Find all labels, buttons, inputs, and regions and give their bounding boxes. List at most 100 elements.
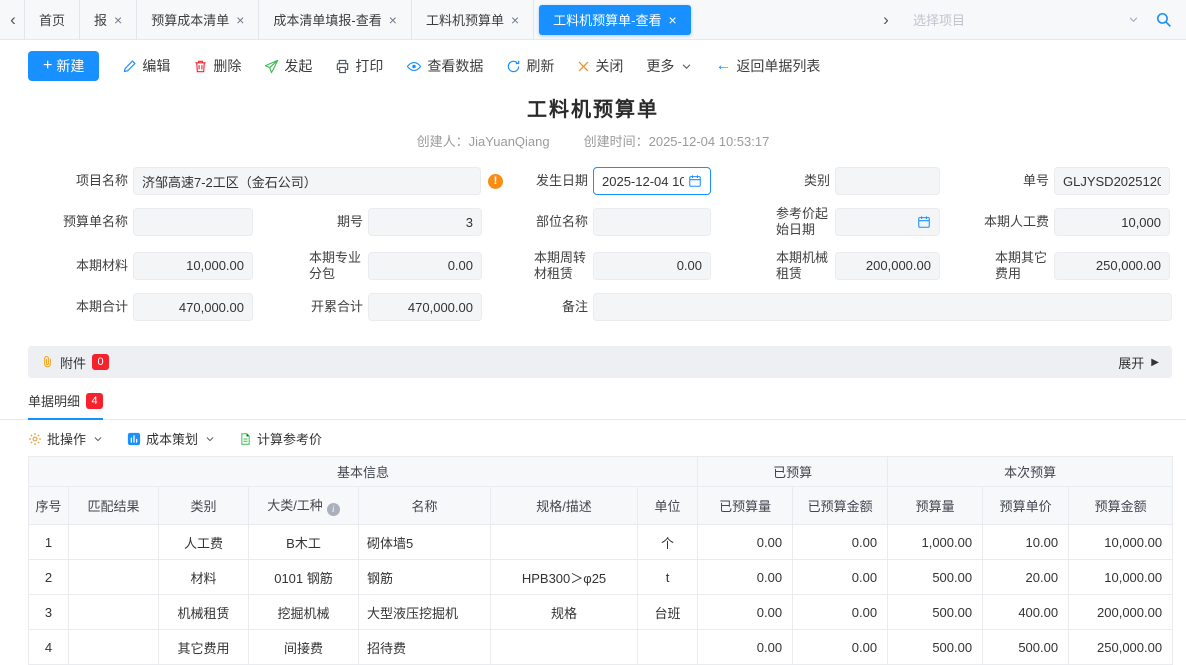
- project-select[interactable]: 选择项目: [907, 5, 1145, 35]
- project-name-input[interactable]: 济邹高速7-2工区（金石公司）: [133, 167, 481, 195]
- current-total-input[interactable]: 470,000.00: [133, 293, 253, 321]
- edit-button[interactable]: 编辑: [122, 56, 170, 76]
- cell-seq[interactable]: 3: [29, 595, 69, 630]
- cumulative-total-input[interactable]: 470,000.00: [368, 293, 482, 321]
- part-name-input[interactable]: [593, 208, 711, 236]
- expand-label[interactable]: 展开: [1118, 353, 1144, 372]
- calc-reference-price-button[interactable]: 计算参考价: [239, 429, 322, 448]
- occur-date-input[interactable]: 2025-12-04 10:: [593, 167, 711, 195]
- cell-qty[interactable]: 1,000.00: [888, 525, 983, 560]
- cell-seq[interactable]: 2: [29, 560, 69, 595]
- cell-qty[interactable]: 500.00: [888, 630, 983, 665]
- machine-rent-input[interactable]: 200,000.00: [835, 252, 940, 280]
- view-data-button[interactable]: 查看数据: [406, 56, 483, 76]
- table-row[interactable]: 2 材料 0101 钢筋 钢筋 HPB300＞φ25 t 0.00 0.00 5…: [29, 560, 1173, 595]
- labor-cost-input[interactable]: 10,000: [1054, 208, 1170, 236]
- cell-name[interactable]: 招待费: [359, 630, 491, 665]
- table-row[interactable]: 3 机械租赁 挖掘机械 大型液压挖掘机 规格 台班 0.00 0.00 500.…: [29, 595, 1173, 630]
- cell-category[interactable]: 机械租赁: [159, 595, 249, 630]
- cell-amount[interactable]: 10,000.00: [1069, 525, 1173, 560]
- calendar-icon[interactable]: [917, 215, 931, 229]
- cell-seq[interactable]: 4: [29, 630, 69, 665]
- calendar-icon[interactable]: [688, 174, 702, 188]
- ref-price-date-input[interactable]: [835, 208, 940, 236]
- cell-major[interactable]: 挖掘机械: [249, 595, 359, 630]
- cell-category[interactable]: 人工费: [159, 525, 249, 560]
- send-button[interactable]: 发起: [264, 56, 312, 76]
- cell-budgeted-amt[interactable]: 0.00: [793, 595, 888, 630]
- cell-budgeted-amt[interactable]: 0.00: [793, 630, 888, 665]
- warning-icon[interactable]: !: [488, 174, 503, 189]
- delete-button[interactable]: 删除: [193, 56, 241, 76]
- cell-budgeted-amt[interactable]: 0.00: [793, 560, 888, 595]
- category-input[interactable]: [835, 167, 940, 195]
- refresh-button[interactable]: 刷新: [506, 56, 554, 76]
- close-button[interactable]: 关闭: [577, 56, 623, 76]
- expand-arrow-icon[interactable]: ▶: [1151, 357, 1159, 368]
- tab-report[interactable]: 报 ×: [80, 0, 137, 39]
- back-to-list-button[interactable]: ← 返回单据列表: [715, 56, 820, 76]
- cell-seq[interactable]: 1: [29, 525, 69, 560]
- tab-home[interactable]: 首页: [24, 0, 80, 39]
- table-row[interactable]: 4 其它费用 间接费 招待费 0.00 0.00 500.00 500.00 2…: [29, 630, 1173, 665]
- cell-match[interactable]: [69, 630, 159, 665]
- tab-close-icon[interactable]: ×: [511, 13, 519, 27]
- remark-input[interactable]: [593, 293, 1172, 321]
- tab-cost-list-fill-view[interactable]: 成本清单填报-查看 ×: [259, 0, 412, 39]
- cell-spec[interactable]: [491, 630, 638, 665]
- tab-close-icon[interactable]: ×: [669, 13, 677, 27]
- cell-price[interactable]: 400.00: [983, 595, 1069, 630]
- cell-budgeted-qty[interactable]: 0.00: [698, 525, 793, 560]
- cell-budgeted-qty[interactable]: 0.00: [698, 630, 793, 665]
- cell-budgeted-qty[interactable]: 0.00: [698, 560, 793, 595]
- cell-amount[interactable]: 250,000.00: [1069, 630, 1173, 665]
- cell-amount[interactable]: 200,000.00: [1069, 595, 1173, 630]
- other-cost-input[interactable]: 250,000.00: [1054, 252, 1170, 280]
- tab-close-icon[interactable]: ×: [389, 13, 397, 27]
- attachment-bar[interactable]: 附件 0 展开 ▶: [28, 346, 1172, 378]
- cost-planning-button[interactable]: 成本策划: [127, 429, 215, 448]
- cell-match[interactable]: [69, 525, 159, 560]
- info-icon[interactable]: i: [327, 503, 340, 516]
- cell-name[interactable]: 砌体墙5: [359, 525, 491, 560]
- cell-budgeted-amt[interactable]: 0.00: [793, 525, 888, 560]
- cell-major[interactable]: B木工: [249, 525, 359, 560]
- cell-major[interactable]: 0101 钢筋: [249, 560, 359, 595]
- cell-unit[interactable]: t: [638, 560, 698, 595]
- cell-category[interactable]: 材料: [159, 560, 249, 595]
- cell-name[interactable]: 钢筋: [359, 560, 491, 595]
- cell-match[interactable]: [69, 560, 159, 595]
- tab-document-detail[interactable]: 单据明细 4: [28, 391, 103, 410]
- cell-major[interactable]: 间接费: [249, 630, 359, 665]
- new-button[interactable]: + 新建: [28, 51, 99, 81]
- material-input[interactable]: 10,000.00: [133, 252, 253, 280]
- cell-qty[interactable]: 500.00: [888, 560, 983, 595]
- cell-price[interactable]: 10.00: [983, 525, 1069, 560]
- cell-qty[interactable]: 500.00: [888, 595, 983, 630]
- doc-no-input[interactable]: GLJYSD202512040: [1054, 167, 1170, 195]
- tab-budget-cost-list[interactable]: 预算成本清单 ×: [137, 0, 259, 39]
- cell-spec[interactable]: HPB300＞φ25: [491, 560, 638, 595]
- cell-spec[interactable]: [491, 525, 638, 560]
- more-button[interactable]: 更多: [646, 56, 692, 76]
- budget-name-input[interactable]: [133, 208, 253, 236]
- subcontract-input[interactable]: 0.00: [368, 252, 482, 280]
- tab-close-icon[interactable]: ×: [236, 13, 244, 27]
- tab-gljysd-view[interactable]: 工料机预算单-查看 ×: [539, 5, 691, 35]
- table-row[interactable]: 1 人工费 B木工 砌体墙5 个 0.00 0.00 1,000.00 10.0…: [29, 525, 1173, 560]
- cell-unit[interactable]: 个: [638, 525, 698, 560]
- period-no-input[interactable]: 3: [368, 208, 482, 236]
- cell-unit[interactable]: 台班: [638, 595, 698, 630]
- search-icon[interactable]: [1155, 11, 1172, 28]
- turnover-rent-input[interactable]: 0.00: [593, 252, 711, 280]
- tabs-scroll-left-icon[interactable]: ‹: [2, 10, 24, 30]
- cell-budgeted-qty[interactable]: 0.00: [698, 595, 793, 630]
- cell-match[interactable]: [69, 595, 159, 630]
- tab-close-icon[interactable]: ×: [114, 13, 122, 27]
- cell-category[interactable]: 其它费用: [159, 630, 249, 665]
- cell-name[interactable]: 大型液压挖掘机: [359, 595, 491, 630]
- cell-unit[interactable]: [638, 630, 698, 665]
- batch-operations-button[interactable]: 批操作: [28, 429, 103, 448]
- print-button[interactable]: 打印: [335, 56, 383, 76]
- cell-amount[interactable]: 10,000.00: [1069, 560, 1173, 595]
